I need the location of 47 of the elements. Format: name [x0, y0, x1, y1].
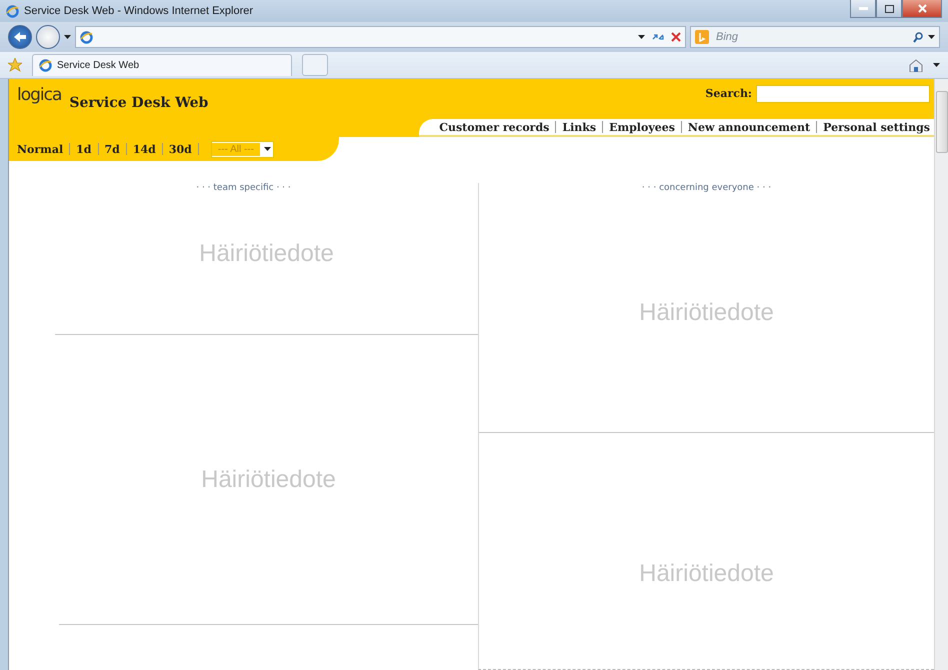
nav-link[interactable]: Links — [562, 120, 596, 134]
back-arrow-icon — [14, 32, 26, 42]
dropdown-arrow-icon — [928, 35, 935, 39]
history-dropdown-button[interactable] — [64, 35, 71, 39]
dropdown-arrow-icon — [933, 63, 940, 67]
search-button[interactable] — [913, 32, 923, 42]
period-filter-link[interactable]: 14d — [132, 142, 156, 156]
search-box[interactable]: Bing — [690, 26, 940, 48]
favorites-button[interactable] — [8, 58, 22, 72]
maximize-icon — [884, 4, 894, 12]
search-engine-icon — [695, 30, 709, 44]
back-button[interactable] — [8, 25, 32, 49]
search-field[interactable]: Bing — [714, 30, 908, 44]
home-dropdown-button[interactable] — [933, 63, 940, 67]
search-label: Search: — [705, 87, 752, 100]
period-filter-link[interactable]: 1d — [76, 142, 92, 156]
minimize-button[interactable] — [850, 0, 876, 18]
browser-logo-icon — [6, 4, 19, 18]
refresh-button[interactable] — [651, 32, 665, 42]
window-title: Service Desk Web - Windows Internet Explorer — [24, 5, 254, 17]
address-dropdown-button[interactable] — [638, 35, 645, 39]
browser-logo-icon — [80, 30, 93, 44]
close-button[interactable] — [902, 0, 942, 18]
dropdown-arrow-icon — [638, 35, 645, 39]
period-filter-link[interactable]: 7d — [104, 142, 120, 156]
app-title: Service Desk Web — [69, 95, 208, 111]
period-filter-link[interactable]: Normal — [17, 142, 64, 156]
nav-link[interactable]: Personal settings — [823, 120, 930, 134]
column-heading: · · · concerning everyone · · · — [642, 183, 772, 193]
minimize-icon — [858, 7, 868, 10]
nav-link[interactable]: New announcement — [688, 120, 810, 134]
forward-button[interactable] — [36, 25, 60, 49]
nav-link[interactable]: Employees — [609, 120, 675, 134]
search-options-button[interactable] — [928, 35, 935, 39]
maximize-button[interactable] — [876, 0, 902, 18]
nav-link[interactable]: Customer records — [439, 120, 550, 134]
site-search-field[interactable] — [756, 85, 930, 103]
logo: logica — [17, 85, 62, 105]
browser-logo-icon — [39, 59, 52, 72]
stop-button[interactable] — [671, 32, 681, 42]
dropdown-arrow-icon — [64, 35, 71, 39]
close-icon — [918, 4, 926, 13]
period-filter-link[interactable]: 30d — [168, 142, 192, 156]
home-button[interactable] — [909, 58, 923, 72]
column-heading: · · · team specific · · · — [196, 183, 291, 193]
browser-tab[interactable]: Service Desk Web — [32, 54, 292, 76]
dropdown-arrow-icon — [264, 147, 271, 151]
